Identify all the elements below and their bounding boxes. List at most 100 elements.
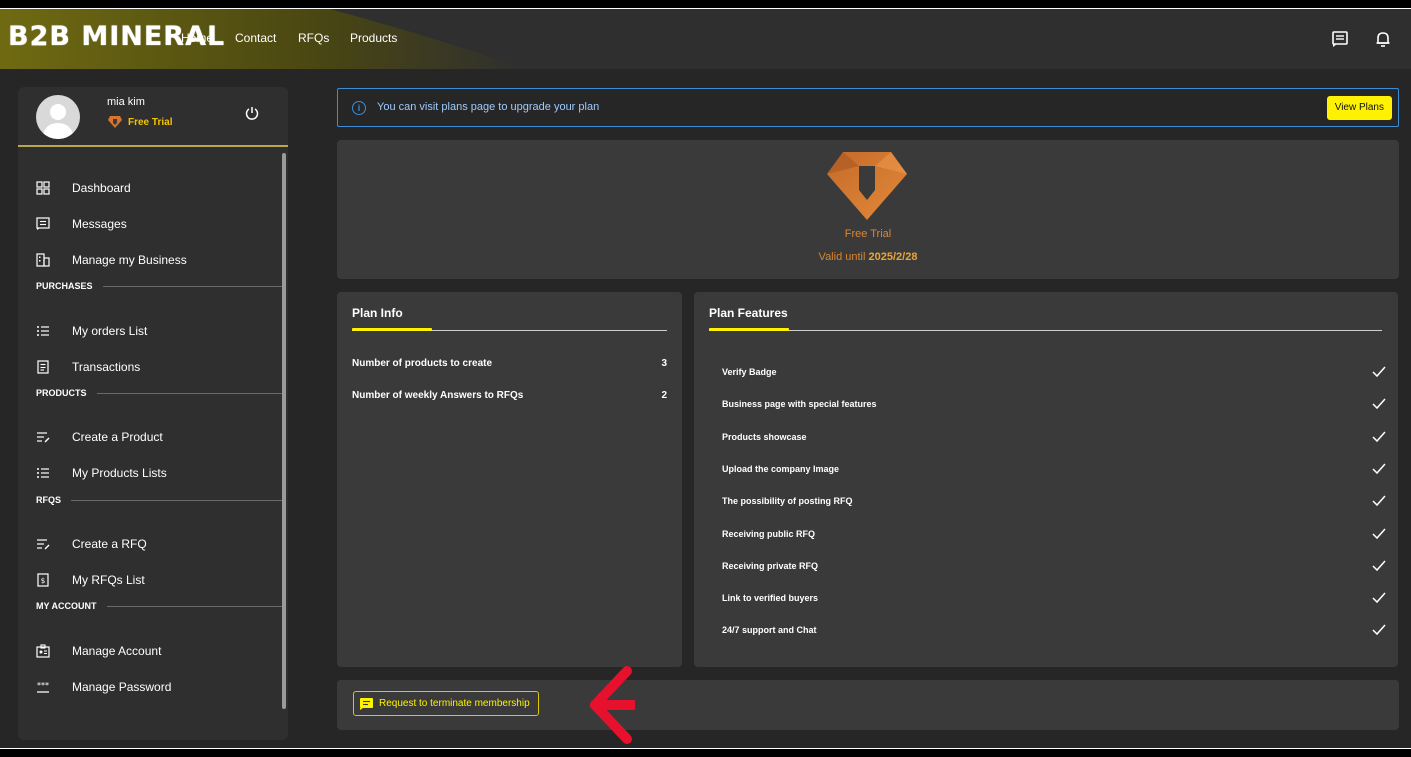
feature-row: Link to verified buyers [722,592,1386,604]
card-divider [709,330,1382,331]
nav-rfqs[interactable]: RFQs [298,31,329,45]
sidebar-item-manage-password[interactable]: *** Manage Password [36,676,171,698]
id-card-icon [36,644,50,658]
plan-info-row: Number of weekly Answers to RFQs 2 [352,390,667,401]
sidebar-item-manage-business[interactable]: Manage my Business [36,249,187,271]
plan-info-card: Plan Info Number of products to create 3… [337,292,682,667]
bell-icon[interactable] [1373,29,1393,49]
plan-features-title: Plan Features [709,306,788,320]
plan-info-value: 2 [661,390,667,401]
sidebar-item-my-rfqs-list[interactable]: $ My RFQs List [36,569,145,591]
sidebar-item-label: Messages [72,217,127,231]
feature-label: Verify Badge [722,367,777,377]
check-icon [1372,431,1386,442]
business-icon [36,253,50,267]
sidebar-item-label: Dashboard [72,181,131,195]
terminate-panel: Request to terminate membership [337,680,1399,730]
svg-text:$: $ [41,577,45,585]
plan-info-title: Plan Info [352,306,403,320]
sidebar-section-rfqs: RFQS [36,495,282,505]
receipt-icon [37,360,49,374]
avatar[interactable] [36,95,80,139]
section-title: PURCHASES [36,281,93,291]
plan-info-value: 3 [661,358,667,369]
view-plans-button[interactable]: View Plans [1326,96,1392,120]
plan-name: Free Trial [844,228,892,240]
app-frame: B2B MINERAL Home Contact RFQs Products m [0,8,1411,749]
feature-row: Upload the company Image [722,463,1386,475]
plan-summary: Free Trial Valid until 2025/2/28 [337,140,1399,279]
info-icon: i [352,101,366,115]
nav-home[interactable]: Home [181,31,213,45]
feature-label: Receiving private RFQ [722,560,819,571]
feature-row: Products showcase [722,431,1386,443]
plan-validity: Valid until 2025/2/28 [337,251,1399,263]
sidebar-item-label: Create a Product [72,430,163,444]
sidebar-scrollbar[interactable] [282,153,286,709]
check-icon [1372,592,1386,604]
plan-badge-label: Free Trial [128,116,173,128]
sidebar-item-manage-account[interactable]: Manage Account [36,640,161,662]
check-icon [1372,560,1386,571]
messages-icon [36,217,50,230]
feature-label: Receiving public RFQ [722,528,816,539]
sidebar-item-label: My orders List [72,324,148,338]
check-icon [1372,528,1386,539]
section-divider [96,392,282,394]
card-title-accent [352,328,432,331]
upgrade-notice: i You can visit plans page to upgrade yo… [337,88,1399,127]
feature-label: Upload the company Image [722,463,840,474]
svg-text:***: *** [37,681,49,690]
create-list-icon [37,539,50,550]
card-title-accent [709,328,789,331]
sidebar-item-label: Manage my Business [72,253,187,267]
feature-label: The possibility of posting RFQ [722,496,853,507]
nav-products[interactable]: Products [350,31,397,45]
feature-label: Link to verified buyers [722,593,819,604]
plan-badge: Free Trial [108,116,172,128]
terminate-label: Request to terminate membership [379,698,530,709]
sidebar-item-my-orders[interactable]: My orders List [36,320,147,342]
sidebar-section-purchases: PURCHASES [36,281,282,291]
sidebar-item-label: My RFQs List [72,573,145,587]
user-silhouette-icon [42,104,74,139]
check-icon [1372,398,1386,410]
top-navbar: B2B MINERAL Home Contact RFQs Products [0,9,1411,69]
sidebar: mia kim Free Trial Dashboard Messages Ma… [18,87,288,740]
message-icon[interactable] [1330,29,1350,49]
feature-row: Verify Badge [722,366,1386,378]
sidebar-section-account: MY ACCOUNT [36,601,282,611]
power-icon[interactable] [244,105,260,121]
list-icon [37,468,49,478]
notice-text: You can visit plans page to upgrade your… [377,101,600,113]
sidebar-item-create-rfq[interactable]: Create a RFQ [36,533,147,555]
password-icon: *** [37,681,49,693]
sidebar-item-label: Manage Account [72,644,162,658]
feedback-icon [360,697,373,710]
sidebar-item-messages[interactable]: Messages [36,213,127,235]
dashboard-icon [36,181,50,195]
valid-prefix: Valid until [818,251,866,263]
sidebar-item-label: Create a RFQ [72,537,147,551]
section-title: PRODUCTS [36,388,87,398]
feature-label: Products showcase [722,431,807,442]
check-icon [1372,366,1386,378]
feature-label: Business page with special features [722,399,877,410]
plan-info-label: Number of products to create [352,358,493,369]
user-name: mia kim [107,96,145,108]
feature-label: 24/7 support and Chat [722,625,817,636]
sidebar-item-my-products-lists[interactable]: My Products Lists [36,462,167,484]
sidebar-item-create-product[interactable]: Create a Product [36,426,163,448]
nav-contact[interactable]: Contact [235,31,276,45]
check-icon [1372,463,1386,474]
plan-info-label: Number of weekly Answers to RFQs [352,390,524,401]
sidebar-item-dashboard[interactable]: Dashboard [36,177,131,199]
section-divider [106,605,282,607]
section-divider [102,285,282,287]
plan-info-row: Number of products to create 3 [352,358,667,369]
sidebar-item-transactions[interactable]: Transactions [36,356,140,378]
section-title: RFQS [36,495,62,505]
feature-row: Business page with special features [722,398,1386,410]
feature-row: Receiving private RFQ [722,560,1386,572]
terminate-membership-button[interactable]: Request to terminate membership [353,691,539,716]
